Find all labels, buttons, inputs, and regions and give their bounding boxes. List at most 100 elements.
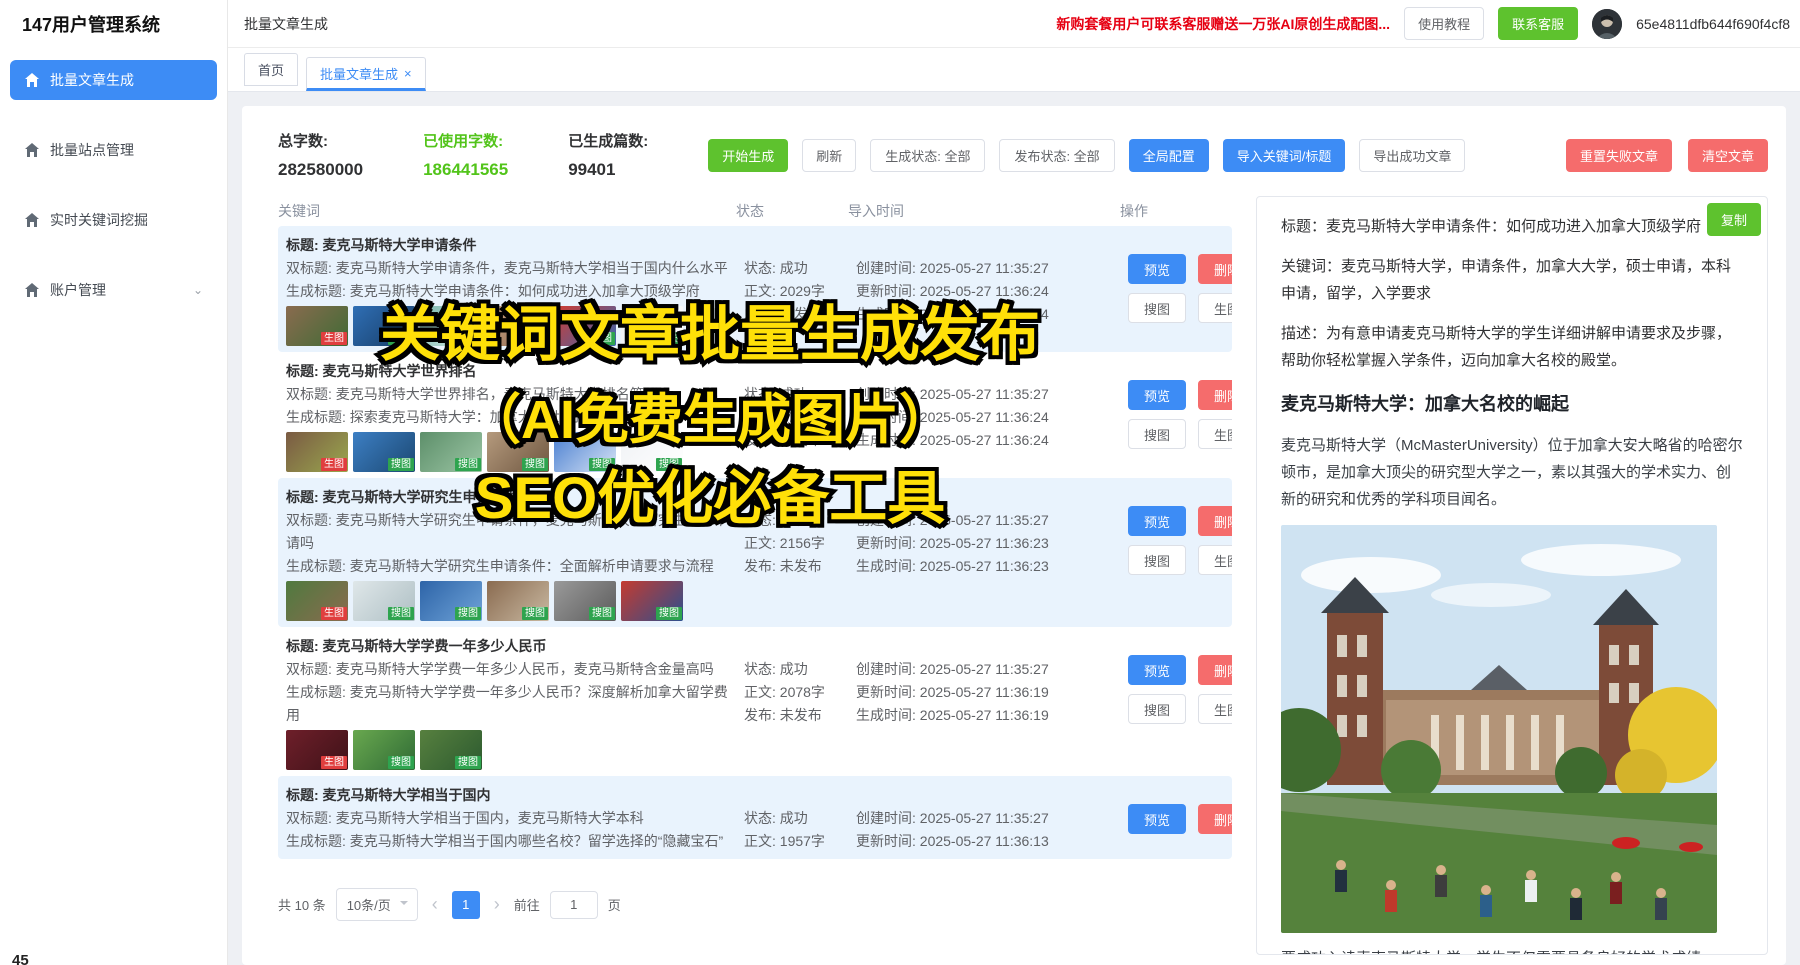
next-page-button[interactable]: › [490, 894, 504, 915]
sidebar-item-label: 实时关键词挖掘 [50, 210, 148, 230]
thumbnail-image[interactable]: 生图 [286, 581, 348, 621]
thumbnail-image[interactable]: 搜图 [353, 730, 415, 770]
generate-image-button[interactable]: 生图 [1198, 545, 1232, 575]
start-generation-button[interactable]: 开始生成 [708, 139, 788, 172]
sidebar-item-batch-article-generation[interactable]: 批量文章生成 [10, 60, 217, 100]
stat-value: 186441565 [423, 160, 508, 180]
thumbnail-image[interactable]: 搜图 [487, 581, 549, 621]
copy-button[interactable]: 复制 [1707, 203, 1761, 236]
search-image-badge: 搜图 [522, 607, 548, 620]
thumbnail-image[interactable]: 生图 [286, 432, 348, 472]
chevron-down-icon: ⌄ [193, 283, 203, 297]
preview-heading: 麦克马斯特大学：加拿大名校的崛起 [1281, 388, 1743, 420]
tutorial-button[interactable]: 使用教程 [1404, 7, 1484, 40]
sidebar-item-realtime-keyword-mining[interactable]: 实时关键词挖掘 [10, 200, 217, 240]
clear-articles-button[interactable]: 清空文章 [1688, 139, 1768, 172]
breadcrumb: 批量文章生成 [244, 14, 328, 34]
status-words: 正文: 1767字 [744, 406, 856, 429]
search-image-badge: 搜图 [455, 607, 481, 620]
preview-paragraph: 麦克马斯特大学（McMasterUniversity）位于加拿大安大略省的哈密尔… [1281, 432, 1743, 513]
status-publish: 发布: 未发布 [744, 303, 856, 326]
prev-page-button[interactable]: ‹ [428, 894, 442, 915]
publish-status-filter[interactable]: 发布状态: 全部 [999, 139, 1114, 172]
thumbnail-image[interactable]: 搜图 [554, 306, 616, 346]
article-preview-panel: 复制 标题：麦克马斯特大学申请条件：如何成功进入加拿大顶级学府 关键词：麦克马斯… [1256, 196, 1768, 955]
delete-button[interactable]: 删除 [1198, 380, 1232, 410]
export-success-button[interactable]: 导出成功文章 [1359, 139, 1465, 172]
reset-failed-button[interactable]: 重置失败文章 [1566, 139, 1672, 172]
status-words: 正文: 1957字 [744, 830, 856, 853]
stat-value: 282580000 [278, 160, 363, 180]
status-publish: 发布: 未发布 [744, 429, 856, 452]
thumbnail-strip: 生图搜图搜图搜图搜图搜图 [286, 432, 736, 472]
preview-button[interactable]: 预览 [1128, 254, 1186, 284]
thumbnail-image[interactable]: 生图 [286, 306, 348, 346]
thumbnail-image[interactable]: 搜图 [621, 306, 683, 346]
thumbnail-image[interactable]: 搜图 [487, 306, 549, 346]
status-publish: 发布: 未发布 [744, 555, 856, 578]
thumbnail-image[interactable]: 搜图 [621, 432, 683, 472]
page-size-select[interactable]: 10条/页 [336, 888, 418, 921]
time-updated: 更新时间: 2025-05-27 11:36:23 [856, 532, 1128, 555]
generate-image-button[interactable]: 生图 [1198, 694, 1232, 724]
search-image-button[interactable]: 搜图 [1128, 419, 1186, 449]
delete-button[interactable]: 删除 [1198, 254, 1232, 284]
delete-button[interactable]: 删除 [1198, 655, 1232, 685]
import-keywords-button[interactable]: 导入关键词/标题 [1223, 139, 1346, 172]
thumbnail-image[interactable]: 搜图 [487, 432, 549, 472]
delete-button[interactable]: 删除 [1198, 804, 1232, 834]
time-generated: 生成时间: 2025-05-27 11:36:24 [856, 303, 1128, 326]
user-id[interactable]: 65e4811dfb644f690f4cf8 [1636, 16, 1790, 32]
thumbnail-image[interactable]: 搜图 [621, 581, 683, 621]
status-state: 状态: 成功 [744, 509, 856, 532]
article-double-title: 双标题: 麦克马斯特大学相当于国内，麦克马斯特大学本科 [286, 807, 736, 830]
close-icon[interactable]: × [404, 66, 412, 81]
page-number-button[interactable]: 1 [452, 891, 480, 919]
header-status: 状态 [736, 201, 848, 221]
article-title: 标题: 麦克马斯特大学学费一年多少人民币 [286, 635, 736, 658]
promo-notice[interactable]: 新购套餐用户可联系客服赠送一万张AI原创生成配图... [1056, 14, 1390, 34]
preview-description: 描述：为有意申请麦克马斯特大学的学生详细讲解申请要求及步骤，帮助你轻松掌握入学条… [1281, 320, 1743, 374]
thumbnail-image[interactable]: 搜图 [353, 432, 415, 472]
tab-home[interactable]: 首页 [244, 53, 298, 86]
avatar-image [1592, 9, 1622, 39]
contact-support-button[interactable]: 联系客服 [1498, 7, 1578, 40]
header-keyword: 关键词 [278, 201, 736, 221]
thumbnail-image[interactable]: 搜图 [353, 306, 415, 346]
thumbnail-image[interactable]: 生图 [286, 730, 348, 770]
generate-image-button[interactable]: 生图 [1198, 293, 1232, 323]
preview-button[interactable]: 预览 [1128, 655, 1186, 685]
sidebar-item-batch-site-management[interactable]: 批量站点管理 [10, 130, 217, 170]
preview-button[interactable]: 预览 [1128, 380, 1186, 410]
tab-label: 批量文章生成 [320, 64, 398, 83]
sidebar-item-account-management[interactable]: 账户管理 ⌄ [10, 270, 217, 310]
goto-page-input[interactable]: 1 [550, 891, 598, 919]
generate-image-button[interactable]: 生图 [1198, 419, 1232, 449]
sidebar-item-label: 批量文章生成 [50, 70, 134, 90]
search-image-button[interactable]: 搜图 [1128, 545, 1186, 575]
goto-unit: 页 [608, 895, 621, 914]
status-state: 状态: 成功 [744, 383, 856, 406]
search-image-button[interactable]: 搜图 [1128, 694, 1186, 724]
thumbnail-image[interactable]: 搜图 [420, 581, 482, 621]
article-double-title: 双标题: 麦克马斯特大学学费一年多少人民币，麦克马斯特含金量高吗 [286, 658, 736, 681]
refresh-button[interactable]: 刷新 [802, 139, 856, 172]
preview-button[interactable]: 预览 [1128, 506, 1186, 536]
avatar[interactable] [1592, 9, 1622, 39]
page-content: 总字数: 282580000 已使用字数: 186441565 已生成篇数: 9… [228, 92, 1800, 965]
thumbnail-image[interactable]: 搜图 [353, 581, 415, 621]
global-config-button[interactable]: 全局配置 [1129, 139, 1209, 172]
generation-status-filter[interactable]: 生成状态: 全部 [870, 139, 985, 172]
article-row: 标题: 麦克马斯特大学申请条件 双标题: 麦克马斯特大学申请条件，麦克马斯特大学… [278, 226, 1232, 352]
body-row: 关键词 状态 导入时间 操作 标题: 麦克马斯特大学申请条件 双标题: 麦克马斯… [278, 196, 1768, 955]
preview-button[interactable]: 预览 [1128, 804, 1186, 834]
tab-batch-article-generation[interactable]: 批量文章生成 × [306, 57, 426, 91]
thumbnail-image[interactable]: 搜图 [420, 432, 482, 472]
thumbnail-image[interactable]: 搜图 [420, 306, 482, 346]
thumbnail-image[interactable]: 搜图 [554, 432, 616, 472]
thumbnail-image[interactable]: 搜图 [420, 730, 482, 770]
search-image-badge: 搜图 [589, 332, 615, 345]
search-image-button[interactable]: 搜图 [1128, 293, 1186, 323]
delete-button[interactable]: 删除 [1198, 506, 1232, 536]
thumbnail-image[interactable]: 搜图 [554, 581, 616, 621]
